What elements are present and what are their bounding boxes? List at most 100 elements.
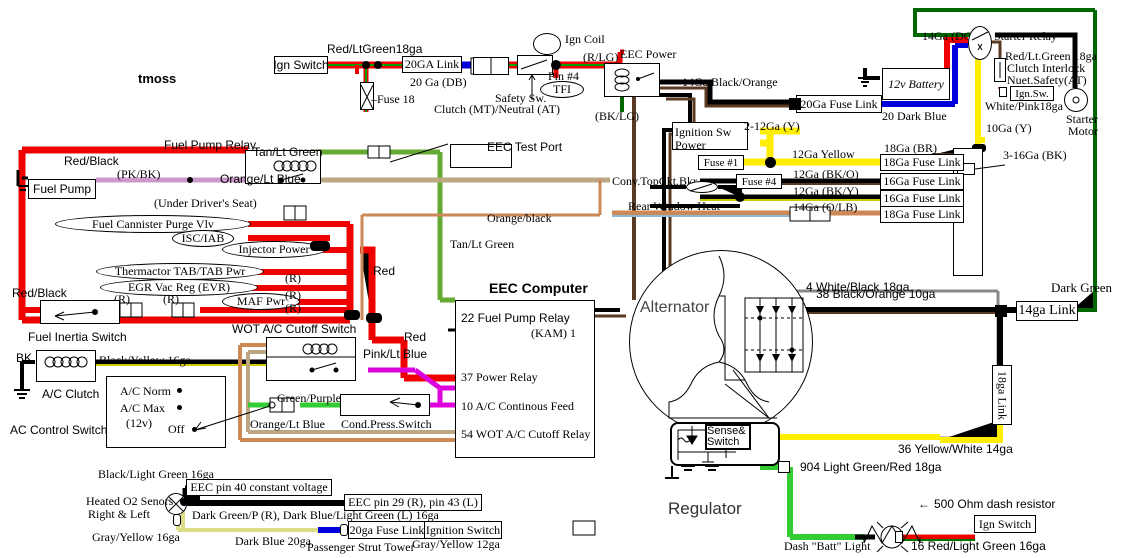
wot-cutoff-label: WOT A/C Cutoff Switch <box>232 322 357 336</box>
starter-motor-label-2: Motor <box>1068 124 1098 138</box>
ac-12v-label: (12v) <box>126 416 152 430</box>
pin4-label: Pin #4 <box>548 69 580 83</box>
dash-resistor-label: 500 Ohm dash resistor <box>934 497 1056 511</box>
link-18ga-box: 18ga Link <box>992 365 1012 425</box>
thermactor-oval: Thermactor TAB/TAB Pwr <box>96 263 264 280</box>
fuse-row-0-right: 18Ga Fuse Link <box>880 154 964 171</box>
isc-iab-oval: ISC/IAB <box>172 230 234 247</box>
r-lg-label: (R/LG) <box>583 50 619 64</box>
fuse-row-0-top-right: 18Ga (BR) <box>884 141 937 155</box>
r-mark-3: (R) <box>285 301 301 315</box>
dark-blue-20-label: 20 Dark Blue <box>882 109 947 123</box>
conv-top-ckt-label: Conv.TopCkt.Bkr <box>612 174 698 188</box>
red-ltgreen-label: Red/LtGreen18ga <box>327 42 423 56</box>
ac-control-switch-label: AC Control Switch <box>10 423 108 437</box>
ign-sw-power-l2: Power <box>675 138 706 152</box>
fuse-row-1-left: 12Ga (BK/O) <box>793 167 859 181</box>
rear-window-heat-label: Rear Window Heat <box>628 199 720 213</box>
passenger-strut-label: Passenger Strut Tower <box>307 540 415 554</box>
dark-green-label: Dark Green <box>1051 280 1112 295</box>
yellow-white-36-label: 36 Yellow/White 14ga <box>898 442 1013 456</box>
junction-fuselink <box>789 98 801 110</box>
connector-gy <box>173 514 181 526</box>
y-10ga-label: 10Ga (Y) <box>986 121 1032 135</box>
heated-o2-l2: Right & Left <box>88 507 150 521</box>
ign-switch-box-bottom[interactable]: Ign Switch <box>974 515 1036 533</box>
junction-red-2 <box>366 313 382 323</box>
tan-lt-green-label-2: Tan/Lt Green <box>450 237 515 251</box>
pk-bk-label: (PK/BK) <box>117 167 161 181</box>
ign-coil-label: Ign Coil <box>565 32 605 46</box>
clutch-neutral-label: Clutch (MT)/Neutral (AT) <box>434 102 560 116</box>
junction-fuse18 <box>374 61 382 69</box>
dark-blue-20ga-label: Dark Blue 20ga <box>235 534 311 548</box>
fuel-inertia-label: Fuel Inertia Switch <box>28 330 127 344</box>
eec-pin-37: 37 Power Relay <box>461 370 538 384</box>
neut-safety-label: Nuet.Safety(AT) <box>1007 73 1087 87</box>
connector-dash <box>895 531 903 543</box>
cond-press-label: Cond.Press.Switch <box>341 417 432 431</box>
regulator-label: Regulator <box>668 499 742 518</box>
ignition-switch-bottom-box[interactable]: Ignition Switch <box>424 521 502 539</box>
battery-box: 12v Battery <box>882 68 950 100</box>
red-black-top-label: Red/Black <box>64 154 119 168</box>
junction-o2 <box>180 498 188 506</box>
watermark: tmoss <box>138 71 177 86</box>
green-purple-label: Green/Purple <box>277 391 341 405</box>
junction-fuse1 <box>765 157 776 168</box>
tfi-oval: TFI <box>540 81 584 98</box>
r-mark-5: (R) <box>163 292 179 306</box>
eec-pin40-box: EEC pin 40 constant voltage <box>186 479 332 496</box>
eec-title: EEC Computer <box>489 280 588 296</box>
ign-switch-box[interactable]: Ign Switch <box>273 56 329 74</box>
red-light-green-16-label: 16 Red/Light Green 16ga <box>911 539 1046 553</box>
bk-3-16ga-label: 3-16Ga (BK) <box>1003 148 1067 162</box>
junction-fuse18b <box>362 61 370 69</box>
starter-relay-label: Starter Relay <box>994 29 1057 43</box>
bk-label: BK <box>16 351 33 365</box>
fuse-row-1-right: 16Ga Fuse Link <box>880 173 964 190</box>
fuse4-box: Fuse #4 <box>736 174 782 189</box>
ign-coil-symbol <box>533 33 561 55</box>
r-mark-2: (R) <box>285 288 301 302</box>
orange-black-label: Orange/black <box>487 211 552 225</box>
eec-pin29-box: EEC pin 29 (R), pin 43 (L) <box>344 494 482 511</box>
tan-lt-green-label-1: Tan/Lt Green <box>253 145 323 159</box>
connector-904 <box>778 461 790 473</box>
fuse-link-20ga-box: 20Ga Fuse Link <box>796 95 882 113</box>
ac-clutch-label: A/C Clutch <box>42 387 100 401</box>
eec-kam-label: (KAM) 1 <box>531 326 576 340</box>
junction-tfi <box>551 60 561 70</box>
black-yellow-16-label: Black/Yellow 16ga <box>99 353 191 367</box>
y-2-12ga-label: 2-12Ga (Y) <box>744 119 800 133</box>
wiring-diagram-canvas: tmoss Ign Switch Red/LtGreen18ga Fuse 18… <box>0 0 1122 558</box>
junction-14ga <box>995 305 1007 317</box>
fuse-row-0-left: 12Ga Yellow <box>792 147 855 161</box>
fuse-row-3-right: 18Ga Fuse Link <box>880 206 964 223</box>
ac-norm-label: A/C Norm <box>120 384 171 398</box>
eec-power-relay-label-1: EEC Power <box>620 47 677 61</box>
orange-lt-blue-label-2: Orange/Lt Blue <box>250 417 325 431</box>
fuse1-box: Fuse #1 <box>698 155 744 170</box>
junction-injector <box>310 241 330 251</box>
fuse-row-2-left: 12Ga (BK/Y) <box>793 184 859 198</box>
fuse18-label: Fuse 18 <box>377 92 415 106</box>
white-pink-label: White/Pink18ga <box>985 99 1063 113</box>
red-black-left-label: Red/Black <box>12 286 67 300</box>
black-orange-14-label: 14Ga Black/Orange <box>682 75 778 89</box>
fuel-pump-box: Fuel Pump <box>28 179 96 199</box>
ign-sw-power-l1: Ignition Sw <box>675 125 732 139</box>
fuse-row-3-left: 14Ga (O/LB) <box>793 200 858 214</box>
r-mark-1: (R) <box>285 271 301 285</box>
heated-o2-l1: Heated O2 Senors <box>86 494 174 508</box>
ac-max-dot <box>177 405 182 410</box>
gray-yellow-16-label: Gray/Yellow 16ga <box>92 530 180 544</box>
fuse-row-2-right: 16Ga Fuse Link <box>880 190 964 207</box>
eec-test-port-label: EEC Test Port <box>487 140 563 154</box>
red-label-1: Red <box>373 264 396 278</box>
junction-rwh <box>735 192 745 202</box>
fuel-pump-relay-label: Fuel Pump Relay <box>164 138 257 152</box>
ac-max-label: A/C Max <box>120 401 165 415</box>
lt-green-red-904-label: 904 Light Green/Red 18ga <box>800 460 942 474</box>
black-orange-38-label: 38 Black/Orange 10ga <box>816 287 936 301</box>
